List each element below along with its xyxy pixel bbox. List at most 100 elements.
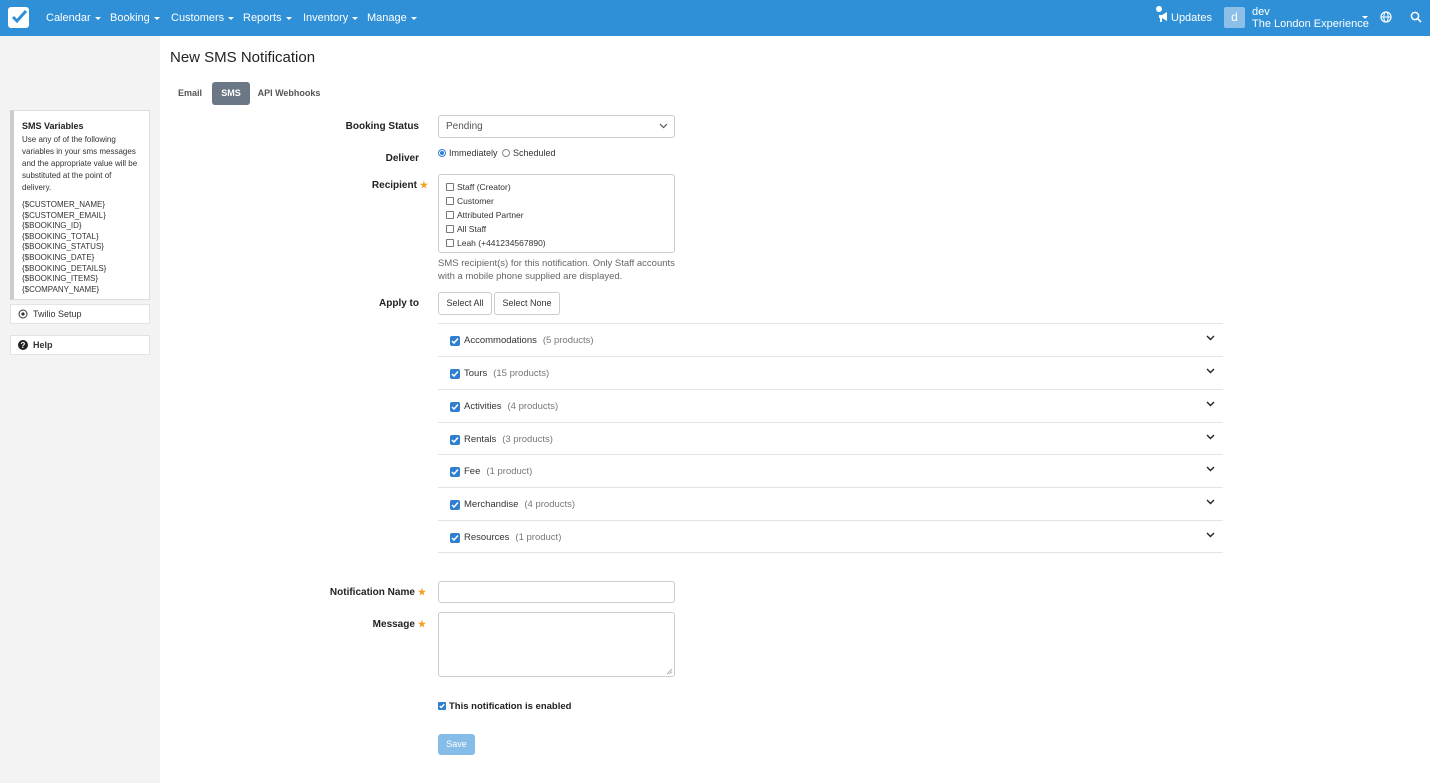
user-name[interactable]: dev: [1252, 6, 1270, 18]
caret-down-icon: [352, 16, 359, 20]
checkbox-checked-icon[interactable]: [450, 402, 460, 412]
checkbox-icon: [446, 183, 454, 191]
checkbox-checked-icon[interactable]: [450, 500, 460, 510]
chevron-down-icon[interactable]: [1206, 434, 1215, 440]
select-all-button[interactable]: Select All: [438, 292, 492, 315]
twilio-setup-button[interactable]: Twilio Setup: [10, 304, 150, 324]
required-star-icon: ★: [417, 619, 426, 629]
category-name: Tours: [464, 368, 488, 379]
checkbox-checked-icon[interactable]: [450, 435, 460, 445]
tab-api-webhooks[interactable]: API Webhooks: [254, 82, 324, 105]
search-icon[interactable]: [1410, 11, 1422, 23]
top-navbar: Calendar Booking Customers Reports Inven…: [0, 0, 1430, 36]
company-name[interactable]: The London Experience: [1252, 18, 1369, 30]
variables-list: {$CUSTOMER_NAME} {$CUSTOMER_EMAIL} {$BOO…: [22, 200, 141, 295]
megaphone-icon: [1159, 12, 1167, 22]
variable-item: {$BOOKING_DETAILS}: [22, 263, 107, 273]
category-row[interactable]: Accommodations (5 products): [438, 323, 1223, 356]
nav-inventory[interactable]: Inventory: [303, 12, 359, 24]
select-none-button[interactable]: Select None: [494, 292, 560, 315]
tab-sms[interactable]: SMS: [212, 82, 250, 105]
category-row[interactable]: Merchandise (4 products): [438, 487, 1223, 520]
chevron-down-icon: [659, 123, 668, 129]
booking-status-select[interactable]: Pending: [438, 115, 675, 138]
checkbox-checked-icon: [438, 702, 446, 710]
deliver-scheduled-radio[interactable]: Scheduled: [502, 148, 556, 158]
caret-down-icon: [94, 16, 101, 20]
message-textarea[interactable]: [438, 612, 675, 677]
caret-down-icon: [285, 16, 292, 20]
variable-item: {$BOOKING_TOTAL}: [22, 231, 99, 241]
globe-icon[interactable]: [1380, 11, 1392, 23]
nav-reports[interactable]: Reports: [243, 12, 292, 24]
radio-selected-icon: [438, 149, 446, 157]
category-row[interactable]: Tours (15 products): [438, 356, 1223, 389]
enabled-checkbox[interactable]: This notification is enabled: [438, 701, 571, 712]
help-button[interactable]: ? Help: [10, 335, 150, 355]
recipient-help-text: SMS recipient(s) for this notification. …: [438, 258, 675, 282]
variable-item: {$COMPANY_NAME}: [22, 284, 100, 294]
required-star-icon: ★: [419, 180, 428, 190]
category-name: Resources: [464, 532, 510, 543]
deliver-immediately-radio[interactable]: Immediately: [438, 148, 498, 158]
avatar[interactable]: d: [1224, 7, 1245, 28]
updates-button[interactable]: Updates: [1156, 6, 1212, 24]
radio-icon: [502, 149, 510, 157]
variable-item: {$BOOKING_ID}: [22, 221, 82, 231]
nav-manage[interactable]: Manage: [367, 12, 417, 24]
chevron-down-icon[interactable]: [1206, 401, 1215, 407]
resize-handle-icon[interactable]: [666, 668, 673, 675]
category-row[interactable]: Rentals (3 products): [438, 422, 1223, 455]
variable-item: {$CUSTOMER_EMAIL}: [22, 210, 106, 220]
recipient-checkbox[interactable]: All Staff: [446, 222, 667, 236]
chevron-down-icon[interactable]: [1206, 335, 1215, 341]
category-count: (4 products): [524, 499, 576, 510]
notification-name-label: Notification Name ★: [329, 587, 426, 598]
category-name: Accommodations: [464, 335, 537, 346]
chevron-down-icon[interactable]: [1206, 499, 1215, 505]
category-count: (1 product): [486, 466, 533, 477]
chevron-down-icon[interactable]: [1206, 532, 1215, 538]
checkbox-checked-icon[interactable]: [450, 467, 460, 477]
category-row[interactable]: Resources (1 product): [438, 520, 1223, 553]
recipient-checkbox[interactable]: Attributed Partner: [446, 208, 667, 222]
category-name: Merchandise: [464, 499, 519, 510]
variable-item: {$CUSTOMER_NAME}: [22, 200, 105, 209]
help-icon: ?: [18, 340, 28, 350]
recipient-checkbox[interactable]: Customer: [446, 194, 667, 208]
page-title: New SMS Notification: [170, 49, 316, 66]
variable-item: {$BOOKING_STATUS}: [22, 242, 104, 252]
user-menu-caret-icon[interactable]: [1362, 16, 1368, 19]
variable-item: {$BOOKING_ITEMS}: [22, 274, 99, 284]
category-count: (5 products): [542, 335, 594, 346]
category-row[interactable]: Activities (4 products): [438, 389, 1223, 422]
category-name: Activities: [464, 401, 502, 412]
checkbox-checked-icon[interactable]: [450, 336, 460, 346]
nav-calendar[interactable]: Calendar: [46, 12, 101, 24]
category-count: (3 products): [502, 434, 553, 445]
tab-email[interactable]: Email: [170, 82, 210, 105]
save-button[interactable]: Save: [438, 734, 475, 755]
checkbox-checked-icon[interactable]: [450, 369, 460, 379]
nav-booking[interactable]: Booking: [110, 12, 160, 24]
recipient-checkbox[interactable]: Staff (Creator): [446, 180, 667, 194]
checkbox-icon: [446, 225, 454, 233]
booking-status-label: Booking Status: [345, 121, 419, 132]
required-star-icon: ★: [417, 587, 426, 597]
chevron-down-icon[interactable]: [1206, 368, 1215, 374]
nav-customers[interactable]: Customers: [171, 12, 235, 24]
category-count: (1 product): [515, 532, 562, 543]
checkbox-checked-icon[interactable]: [450, 533, 460, 543]
notification-name-input[interactable]: [438, 581, 675, 603]
recipient-checkbox[interactable]: Leah (+441234567890): [446, 236, 667, 250]
category-row[interactable]: Fee (1 product): [438, 454, 1223, 487]
sms-variables-title: SMS Variables: [22, 121, 84, 131]
checkbox-icon: [446, 211, 454, 219]
chevron-down-icon[interactable]: [1206, 466, 1215, 472]
caret-down-icon: [410, 16, 417, 20]
deliver-label: Deliver: [385, 153, 419, 164]
category-name: Fee: [464, 466, 481, 477]
app-logo-icon[interactable]: [8, 7, 29, 28]
variable-item: {$BOOKING_DATE}: [22, 252, 95, 262]
message-label: Message ★: [372, 619, 426, 630]
